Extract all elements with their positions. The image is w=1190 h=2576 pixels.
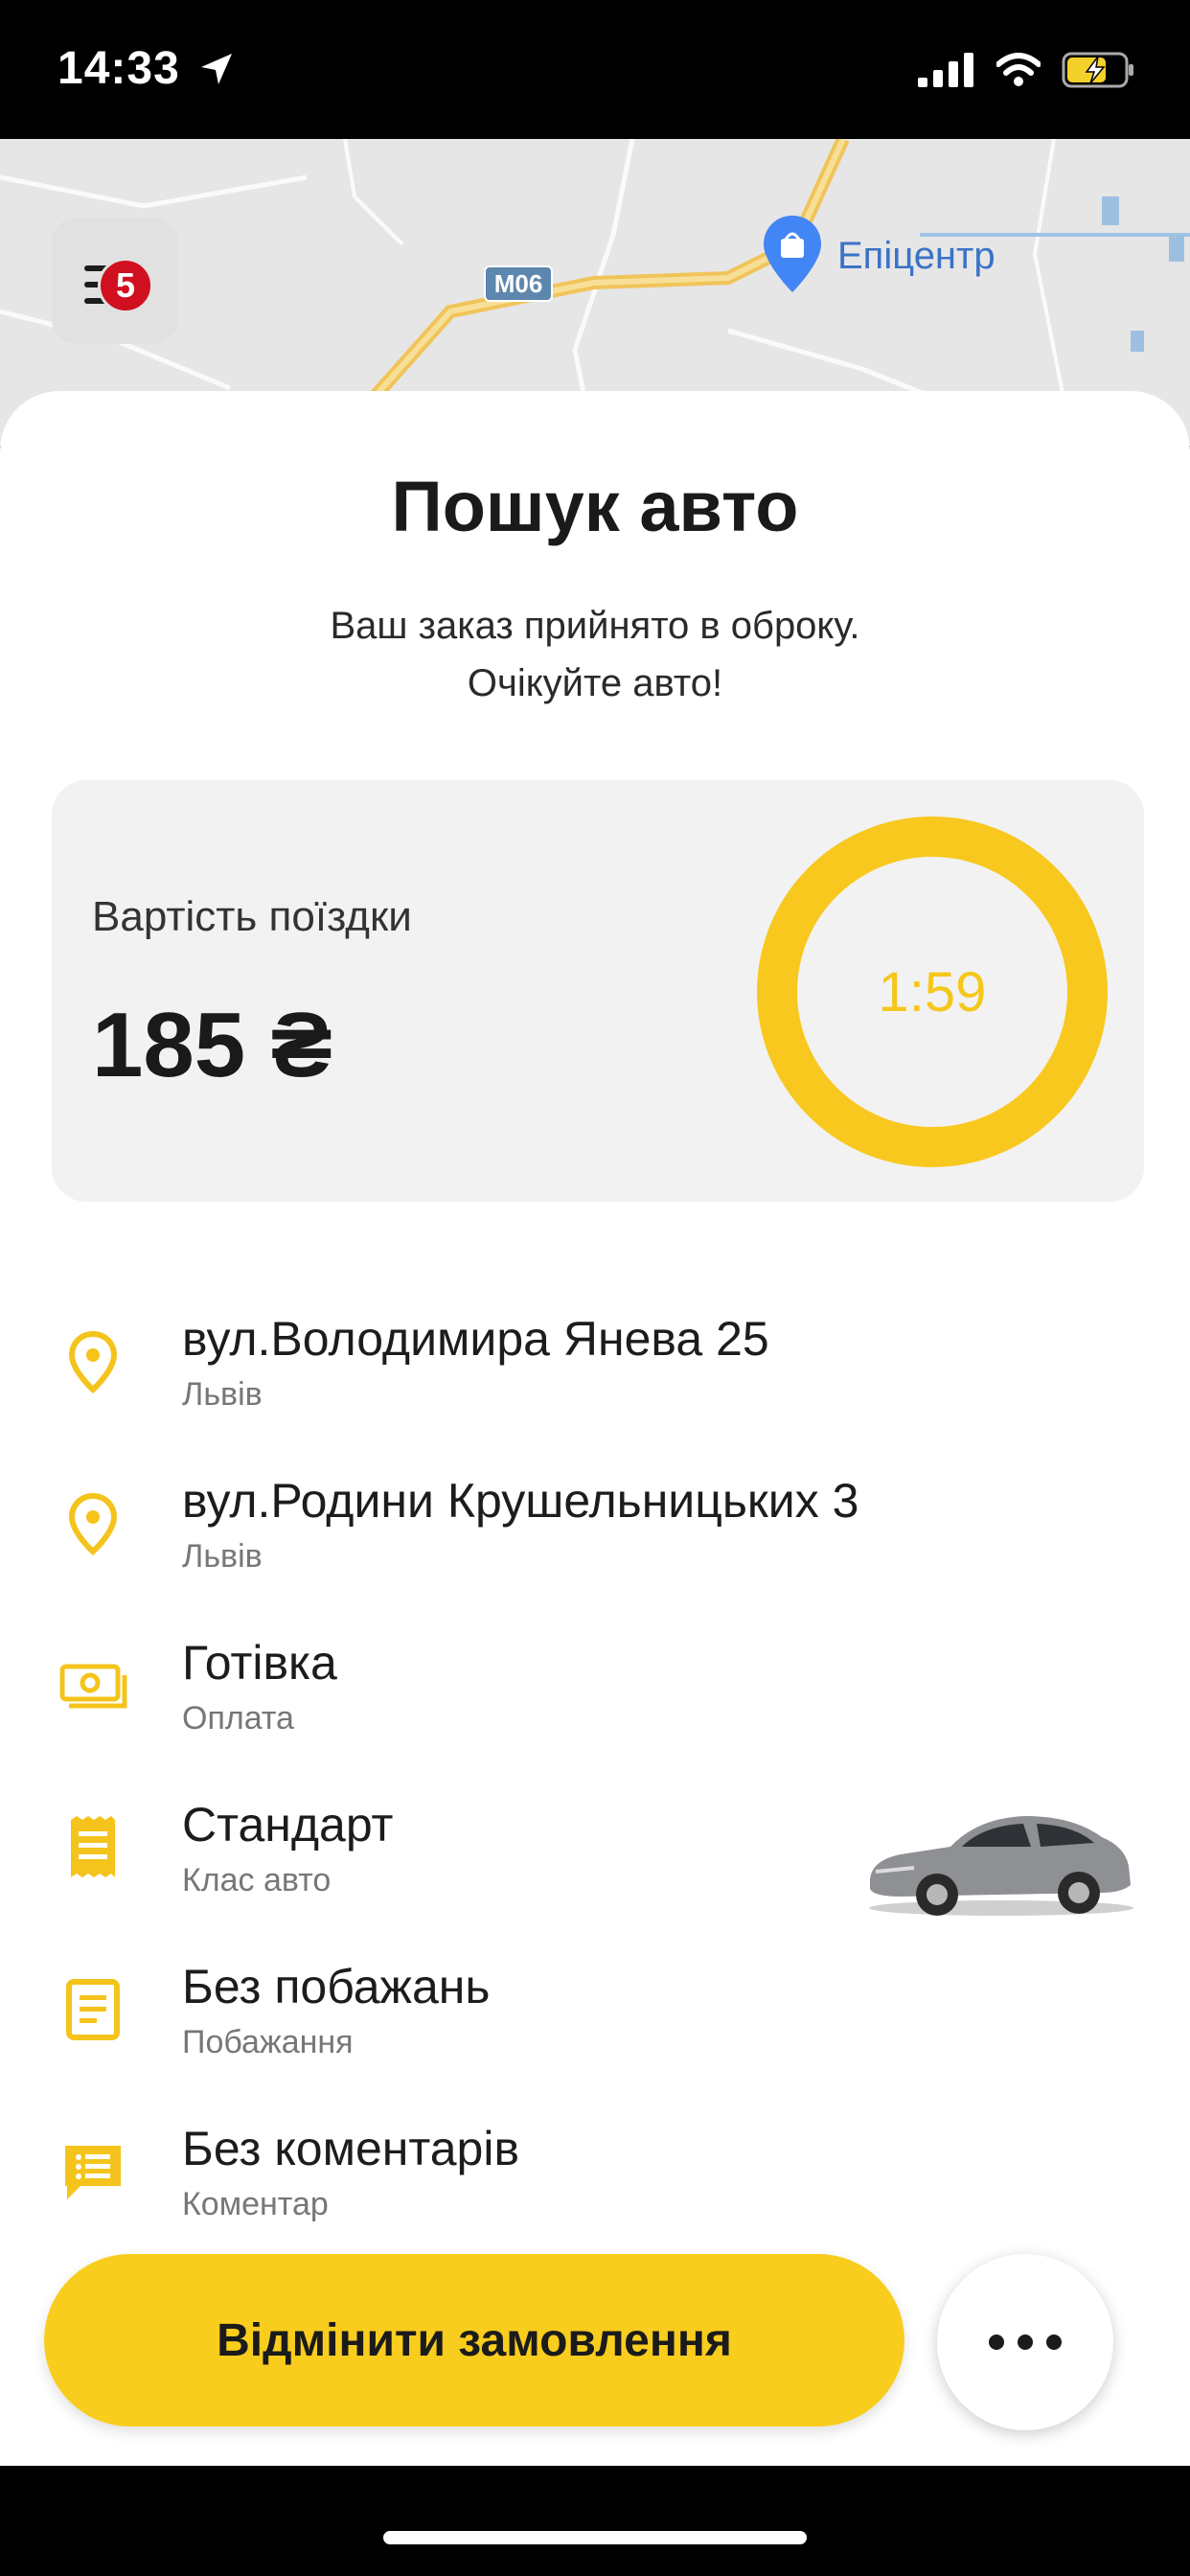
location-arrow-icon (201, 54, 232, 84)
price-card: Вартість поїздки 185 ₴ 1:59 (52, 780, 1144, 1202)
comment-icon (65, 2146, 121, 2199)
more-icon-dot (1046, 2334, 1062, 2350)
price-value: 185 ₴ (92, 994, 332, 1096)
more-icon-dot (989, 2334, 1004, 2350)
battery-charging-icon (1062, 52, 1133, 88)
bottom-bar (0, 2466, 1190, 2576)
comment-row[interactable]: Без коментарів Коментар (0, 2121, 1190, 2245)
car-image (869, 1816, 1133, 1916)
location-pin-icon (68, 1492, 118, 1556)
page-title: Пошук авто (391, 467, 799, 546)
status-time: 14:33 (57, 43, 180, 94)
cancel-order-button[interactable]: Відмінити замовлення (44, 2254, 904, 2426)
shopping-pin-icon[interactable] (762, 214, 823, 294)
detail-sub: Львів (182, 1538, 263, 1575)
detail-main: Без коментарів (182, 2122, 520, 2175)
detail-main: вул.Володимира Янева 25 (182, 1312, 769, 1366)
detail-main: Без побажань (182, 1960, 491, 2013)
status-indicators (918, 52, 1136, 88)
status-bar: 14:33 (0, 0, 1190, 139)
poi-label[interactable]: Епіцентр (837, 235, 995, 278)
receipt-icon (71, 1816, 115, 1877)
pickup-address-row[interactable]: вул.Володимира Янева 25 Львів (0, 1311, 1190, 1436)
search-timer: 1:59 (757, 816, 1108, 1167)
road-label: M06 (484, 265, 553, 302)
signal-icon (918, 53, 973, 87)
cash-icon (59, 1664, 127, 1709)
price-label: Вартість поїздки (92, 893, 412, 940)
detail-sub: Львів (182, 1376, 263, 1413)
detail-main: вул.Родини Крушельницьких 3 (182, 1474, 859, 1528)
detail-sub: Оплата (182, 1700, 294, 1736)
detail-sub: Клас авто (182, 1862, 332, 1898)
destination-address-row[interactable]: вул.Родини Крушельницьких 3 Львів (0, 1473, 1190, 1598)
detail-main: Готівка (182, 1636, 337, 1690)
detail-main: Стандарт (182, 1798, 394, 1852)
order-sheet: Пошук авто Ваш заказ прийнято в оброку. … (0, 391, 1190, 2466)
more-options-button[interactable] (937, 2254, 1113, 2430)
note-icon (66, 1979, 120, 2040)
subtitle-line-1: Ваш заказ прийнято в оброку. (330, 605, 860, 647)
location-pin-icon (68, 1330, 118, 1394)
home-indicator[interactable] (383, 2531, 807, 2544)
detail-sub: Побажання (182, 2024, 354, 2060)
wifi-icon (996, 53, 1041, 86)
detail-sub: Коментар (182, 2186, 329, 2222)
wishes-row[interactable]: Без побажань Побажання (0, 1959, 1190, 2083)
subtitle-line-2: Очікуйте авто! (467, 662, 723, 704)
more-icon-dot (1018, 2334, 1033, 2350)
car-class-row[interactable]: Стандарт Клас авто (0, 1797, 1190, 1921)
timer-text: 1:59 (878, 960, 987, 1024)
notification-badge: 5 (98, 258, 153, 313)
order-status-message: Ваш заказ прийнято в оброку. Очікуйте ав… (0, 597, 1190, 712)
payment-row[interactable]: Готівка Оплата (0, 1635, 1190, 1760)
